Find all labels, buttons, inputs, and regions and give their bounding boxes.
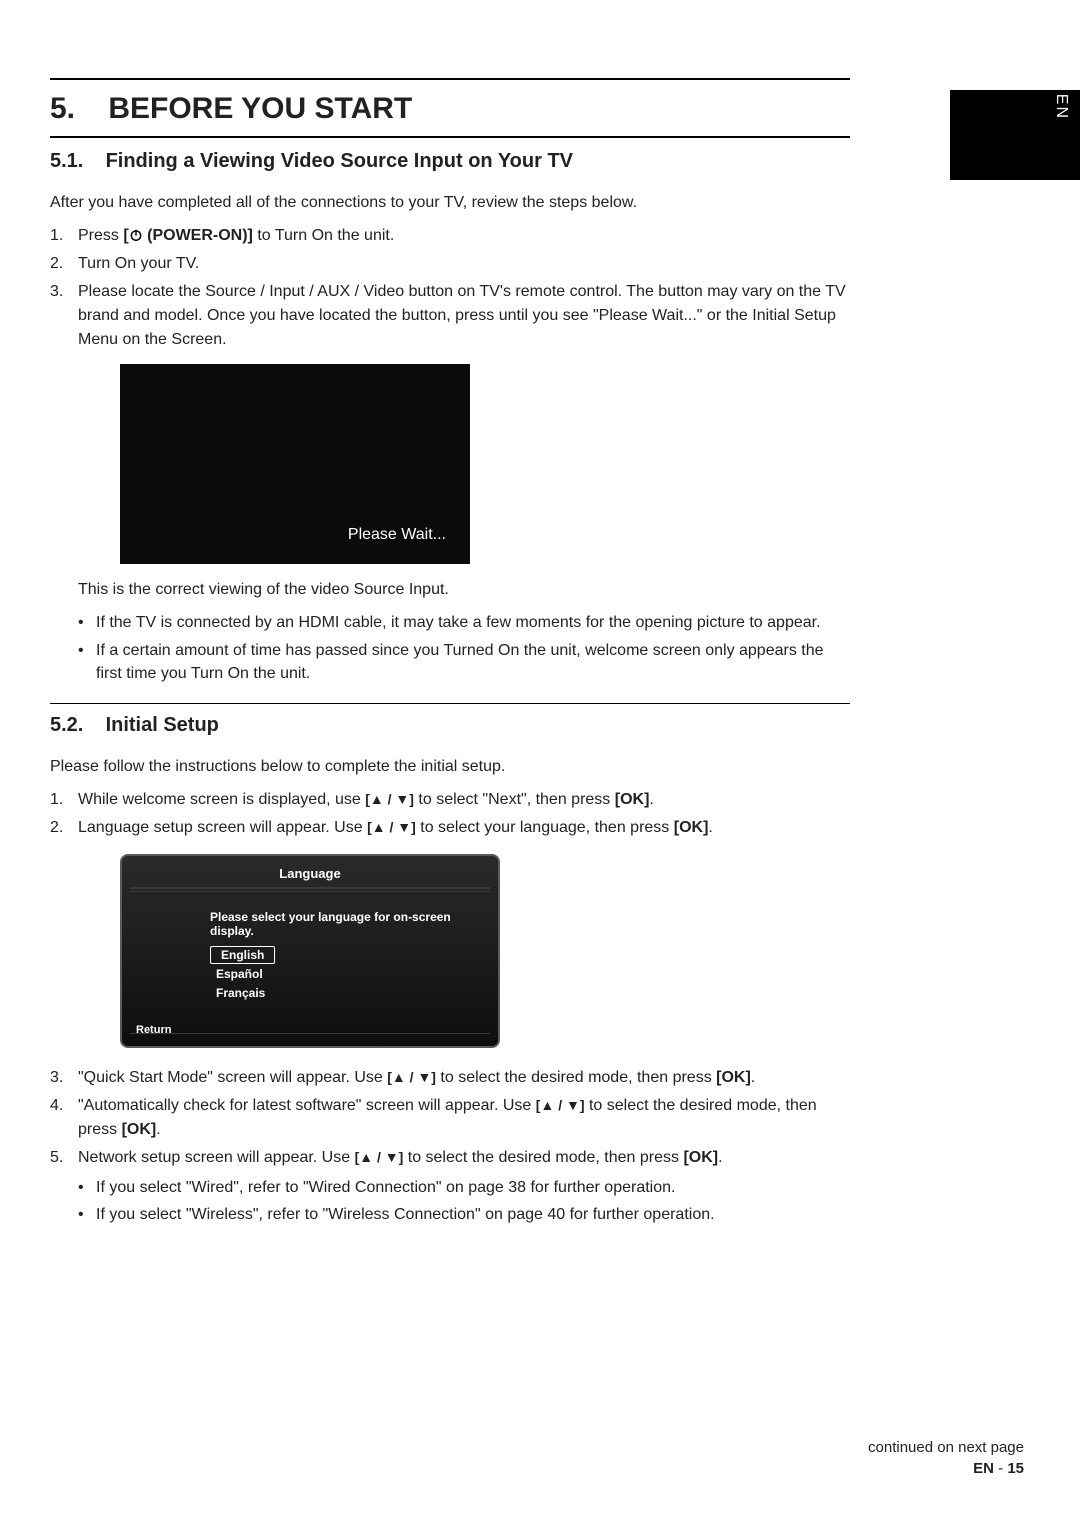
s1-intro: After you have completed all of the conn… [50,191,850,214]
ok-key: [OK] [615,791,650,808]
s2-step-5-subs: If you select "Wired", refer to "Wired C… [78,1176,850,1226]
osd-title: Language [130,862,490,889]
s2-intro: Please follow the instructions below to … [50,755,850,778]
tv-screenshot: Please Wait... [120,364,470,564]
s2-step-1: 1. While welcome screen is displayed, us… [50,788,850,812]
language-tab: EN [950,90,1080,180]
osd-option-espanol: Español [210,965,480,983]
ok-key: [OK] [674,819,709,836]
s2-step-4-a: "Automatically check for latest software… [78,1097,536,1114]
section-title: BEFORE YOU START [108,92,412,125]
s2-sub-2: If you select "Wireless", refer to "Wire… [78,1203,850,1226]
arrow-keys: [▲ / ▼] [365,791,414,807]
osd-option-english: English [210,946,275,964]
list-number: 3. [50,1066,63,1090]
period: . [751,1069,755,1086]
s2-step-2-a: Language setup screen will appear. Use [78,819,367,836]
please-wait-text: Please Wait... [348,526,446,544]
s1-bullet-2: If a certain amount of time has passed s… [78,639,850,685]
s2-step-2-b: to select your language, then press [416,819,674,836]
section-heading: 5. BEFORE YOU START [50,92,850,126]
s2-steps-b: 3. "Quick Start Mode" screen will appear… [50,1066,850,1226]
s1-step-2-text: Turn On your TV. [78,255,199,272]
s1-bullets: If the TV is connected by an HDMI cable,… [78,611,850,685]
s1-step-1-pre: Press [78,227,123,244]
footer-lang: EN [973,1460,994,1477]
s1-step-3: 3. Please locate the Source / Input / AU… [50,280,850,352]
list-number: 2. [50,252,63,276]
list-number: 1. [50,788,63,812]
language-tab-label: EN [1052,94,1070,120]
s2-step-1-a: While welcome screen is displayed, use [78,791,365,808]
s2-step-3: 3. "Quick Start Mode" screen will appear… [50,1066,850,1090]
s2-sub-1: If you select "Wired", refer to "Wired C… [78,1176,850,1199]
s2-step-5: 5. Network setup screen will appear. Use… [50,1146,850,1226]
s1-step-1-power: (POWER-ON)] [143,227,253,244]
list-number: 3. [50,280,63,304]
list-number: 4. [50,1094,63,1118]
list-number: 2. [50,816,63,840]
subsection-5-1-title: Finding a Viewing Video Source Input on … [106,150,573,172]
rule-under-heading [50,136,850,138]
s2-step-1-b: to select "Next", then press [414,791,615,808]
language-osd: Language Please select your language for… [120,854,500,1048]
page-number: EN - 15 [868,1460,1024,1477]
subsection-5-1-number: 5.1. [50,150,100,173]
period: . [156,1121,160,1138]
s1-step-1-post: to Turn On the unit. [253,227,394,244]
footer-page: 15 [1007,1460,1024,1477]
s1-step-3-text: Please locate the Source / Input / AUX /… [78,283,846,348]
power-icon [129,228,143,242]
page-footer: continued on next page EN - 15 [868,1439,1024,1477]
s2-step-3-a: "Quick Start Mode" screen will appear. U… [78,1069,387,1086]
s2-step-5-a: Network setup screen will appear. Use [78,1149,355,1166]
s1-step-1: 1. Press [ (POWER-ON)] to Turn On the un… [50,224,850,248]
arrow-keys: [▲ / ▼] [536,1097,585,1113]
footer-sep: - [994,1460,1007,1477]
osd-divider [130,891,490,892]
period: . [718,1149,722,1166]
s2-step-3-b: to select the desired mode, then press [436,1069,716,1086]
subsection-5-1-heading: 5.1. Finding a Viewing Video Source Inpu… [50,150,850,173]
arrow-keys: [▲ / ▼] [387,1069,436,1085]
subsection-5-2-heading: 5.2. Initial Setup [50,714,850,737]
rule-top [50,78,850,80]
continued-text: continued on next page [868,1439,1024,1456]
osd-body: Please select your language for on-scree… [130,894,490,1031]
rule-mid [50,703,850,704]
list-number: 5. [50,1146,63,1170]
osd-prompt: Please select your language for on-scree… [210,910,480,938]
period: . [649,791,653,808]
subsection-5-2-number: 5.2. [50,714,100,737]
s1-bullet-1: If the TV is connected by an HDMI cable,… [78,611,850,634]
subsection-5-2-title: Initial Setup [106,714,219,736]
s1-step-2: 2. Turn On your TV. [50,252,850,276]
ok-key: [OK] [716,1069,751,1086]
s1-below-tv: This is the correct viewing of the video… [78,578,850,601]
section-number: 5. [50,92,100,126]
s2-steps-a: 1. While welcome screen is displayed, us… [50,788,850,840]
arrow-keys: [▲ / ▼] [367,819,416,835]
s2-step-4: 4. "Automatically check for latest softw… [50,1094,850,1142]
s2-step-2: 2. Language setup screen will appear. Us… [50,816,850,840]
ok-key: [OK] [122,1121,157,1138]
osd-divider [130,1033,490,1034]
period: . [708,819,712,836]
ok-key: [OK] [683,1149,718,1166]
list-number: 1. [50,224,63,248]
osd-option-francais: Français [210,984,480,1002]
osd-return: Return [136,1024,171,1036]
s1-steps: 1. Press [ (POWER-ON)] to Turn On the un… [50,224,850,352]
s2-step-5-b: to select the desired mode, then press [403,1149,683,1166]
arrow-keys: [▲ / ▼] [355,1149,404,1165]
